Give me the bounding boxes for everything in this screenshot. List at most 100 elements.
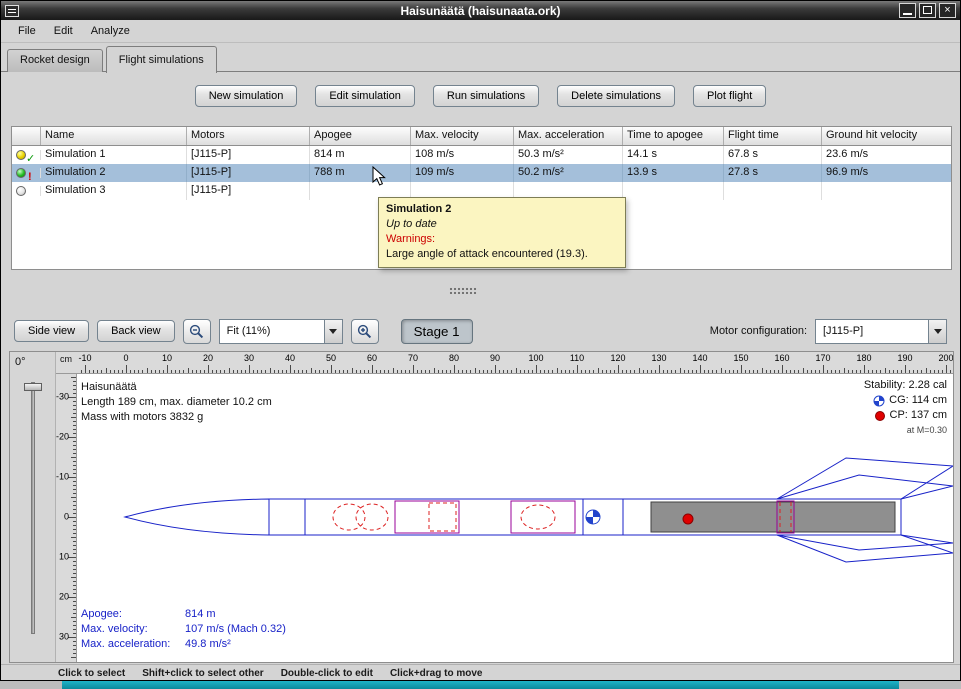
apogee-column-header[interactable]: Apogee (310, 127, 411, 145)
rotation-slider-handle[interactable] (24, 383, 42, 391)
cell-name[interactable]: Simulation 1 (41, 146, 187, 164)
cell-ground-hit-velocity[interactable] (822, 182, 951, 200)
ruler-tick (798, 370, 799, 373)
run-simulations-button[interactable]: Run simulations (433, 85, 539, 107)
cell-flight-time[interactable]: 27.8 s (724, 164, 822, 182)
dropdown-arrow-icon[interactable] (324, 320, 342, 343)
menu-edit[interactable]: Edit (45, 22, 82, 40)
title-bar[interactable]: Haisunäätä (haisunaata.ork) × (1, 1, 960, 20)
motor-configuration-select[interactable]: [J115-P] (815, 319, 947, 344)
motors-column-header[interactable]: Motors (187, 127, 310, 145)
tab-rocket-design[interactable]: Rocket design (7, 49, 103, 72)
ruler-tick (585, 370, 586, 373)
cell-motors[interactable]: [J115-P] (187, 182, 310, 200)
ruler-tick (401, 370, 402, 373)
cell-max-acceleration[interactable]: 50.2 m/s² (514, 164, 623, 182)
minimize-button[interactable] (899, 3, 916, 18)
close-button[interactable]: × (939, 3, 956, 18)
table-row[interactable]: ✓ Simulation 1 [J115-P] 814 m 108 m/s 50… (12, 146, 951, 164)
cell-flight-time[interactable]: 67.8 s (724, 146, 822, 164)
menu-analyze[interactable]: Analyze (82, 22, 139, 40)
ruler-tick (73, 389, 76, 390)
cell-max-velocity[interactable]: 109 m/s (411, 164, 514, 182)
ruler-label: 190 (897, 353, 912, 363)
zoom-out-button[interactable] (183, 319, 211, 344)
ruler-tick (73, 409, 76, 410)
ruler-tick (134, 370, 135, 373)
cell-motors[interactable]: [J115-P] (187, 146, 310, 164)
cp-marker (683, 514, 693, 524)
max-velocity-column-header[interactable]: Max. velocity (411, 127, 514, 145)
cell-ground-hit-velocity[interactable]: 23.6 m/s (822, 146, 951, 164)
name-column-header[interactable]: Name (41, 127, 187, 145)
ruler-tick (380, 370, 381, 373)
ruler-tick (130, 370, 131, 373)
ruler-label: 10 (59, 552, 69, 562)
splitter-handle[interactable] (449, 287, 477, 294)
ruler-tick (499, 370, 500, 373)
mach-condition: at M=0.30 (864, 423, 947, 438)
ruler-tick (200, 370, 201, 373)
ruler-label: 30 (244, 353, 254, 363)
rocket-canvas[interactable]: Haisunäätä Length 189 cm, max. diameter … (77, 374, 953, 662)
ruler-label: 150 (733, 353, 748, 363)
ruler-tick (704, 370, 705, 373)
ruler-tick (151, 370, 152, 373)
ruler-tick (450, 370, 451, 373)
ruler-tick (495, 365, 496, 373)
cell-name[interactable]: Simulation 2 (41, 164, 187, 182)
zoom-level-select[interactable]: Fit (11%) (219, 319, 343, 344)
ruler-tick (614, 370, 615, 373)
max-acceleration-column-header[interactable]: Max. acceleration (514, 127, 623, 145)
cell-time-to-apogee[interactable] (623, 182, 724, 200)
cell-apogee[interactable]: 788 m (310, 164, 411, 182)
zoom-in-button[interactable] (351, 319, 379, 344)
cell-motors[interactable]: [J115-P] (187, 164, 310, 182)
status-column-header[interactable] (12, 127, 41, 145)
dropdown-arrow-icon[interactable] (928, 320, 946, 343)
cell-max-acceleration[interactable]: 50.3 m/s² (514, 146, 623, 164)
cell-apogee[interactable]: 814 m (310, 146, 411, 164)
menu-file[interactable]: File (9, 22, 45, 40)
ruler-tick (671, 370, 672, 373)
delete-simulations-button[interactable]: Delete simulations (557, 85, 675, 107)
cell-flight-time[interactable] (724, 182, 822, 200)
plot-flight-button[interactable]: Plot flight (693, 85, 766, 107)
cell-ground-hit-velocity[interactable]: 96.9 m/s (822, 164, 951, 182)
ruler-tick (159, 370, 160, 373)
tab-flight-simulations[interactable]: Flight simulations (106, 46, 217, 73)
apogee-label: Apogee: (81, 607, 185, 622)
rotation-slider-track[interactable] (31, 382, 35, 634)
cp-value: CP: 137 cm (890, 408, 947, 423)
maximize-button[interactable] (919, 3, 936, 18)
ruler-tick (663, 370, 664, 373)
ruler-tick (73, 593, 76, 594)
side-view-button[interactable]: Side view (14, 320, 89, 342)
cell-max-velocity[interactable]: 108 m/s (411, 146, 514, 164)
recovery-component (429, 503, 456, 531)
ruler-tick (479, 370, 480, 373)
ruler-label: 0 (123, 353, 128, 363)
back-view-button[interactable]: Back view (97, 320, 175, 342)
ruler-label: 90 (490, 353, 500, 363)
window-menu-icon[interactable] (5, 5, 19, 17)
edit-simulation-button[interactable]: Edit simulation (315, 85, 415, 107)
max-acceleration-label: Max. acceleration: (81, 637, 185, 652)
cell-time-to-apogee[interactable]: 13.9 s (623, 164, 724, 182)
ruler-tick (839, 370, 840, 373)
ground-hit-velocity-column-header[interactable]: Ground hit velocity (822, 127, 951, 145)
ruler-tick (753, 370, 754, 373)
ruler-tick (204, 370, 205, 373)
ruler-tick (71, 617, 76, 618)
table-row-selected[interactable]: ! Simulation 2 [J115-P] 788 m 109 m/s 50… (12, 164, 951, 182)
time-to-apogee-column-header[interactable]: Time to apogee (623, 127, 724, 145)
cell-name[interactable]: Simulation 3 (41, 182, 187, 200)
new-simulation-button[interactable]: New simulation (195, 85, 298, 107)
ruler-tick (339, 370, 340, 373)
ruler-tick (397, 370, 398, 373)
ruler-tick (598, 368, 599, 373)
flight-time-column-header[interactable]: Flight time (724, 127, 822, 145)
stage-1-toggle[interactable]: Stage 1 (401, 319, 473, 344)
ruler-tick (323, 370, 324, 373)
cell-time-to-apogee[interactable]: 14.1 s (623, 146, 724, 164)
